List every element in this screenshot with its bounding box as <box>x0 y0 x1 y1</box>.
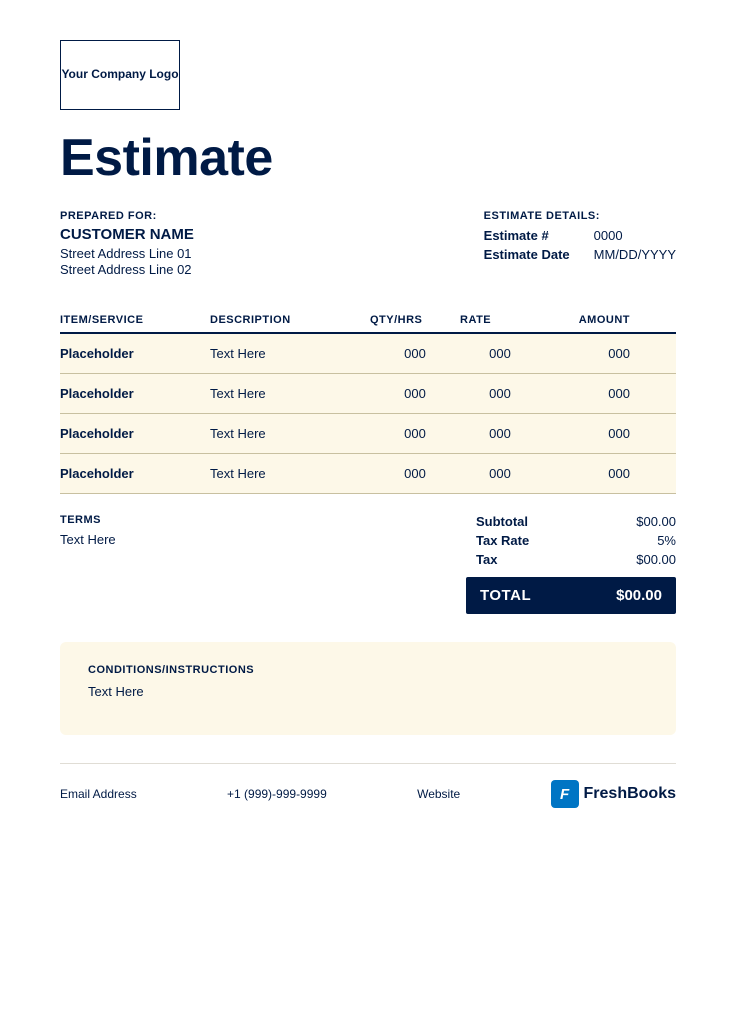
cell-qty-2: 000 <box>370 426 460 441</box>
table-row: Placeholder Text Here 000 000 000 <box>60 374 676 414</box>
estimate-details-section: ESTIMATE DETAILS: Estimate # 0000 Estima… <box>484 210 676 278</box>
conditions-section: CONDITIONS/INSTRUCTIONS Text Here <box>60 642 676 735</box>
table-row: Placeholder Text Here 000 000 000 <box>60 334 676 374</box>
freshbooks-brand: F FreshBooks <box>551 780 676 808</box>
cell-rate-2: 000 <box>460 426 540 441</box>
cell-rate-0: 000 <box>460 346 540 361</box>
customer-name: CUSTOMER NAME <box>60 226 194 243</box>
terms-section: TERMS Text Here <box>60 514 466 614</box>
table-row: Placeholder Text Here 000 000 000 <box>60 414 676 454</box>
bottom-section: TERMS Text Here Subtotal $00.00 Tax Rate… <box>60 514 676 614</box>
table-header: ITEM/SERVICE DESCRIPTION QTY/HRS RATE AM… <box>60 314 676 334</box>
prepared-for-label: PREPARED FOR: <box>60 210 194 222</box>
tax-rate-label: Tax Rate <box>476 533 529 548</box>
subtotal-label: Subtotal <box>476 514 528 529</box>
page: Your Company Logo Estimate PREPARED FOR:… <box>0 0 736 1034</box>
conditions-text: Text Here <box>88 684 648 699</box>
address-line-1: Street Address Line 01 <box>60 246 194 261</box>
terms-label: TERMS <box>60 514 466 526</box>
cell-rate-1: 000 <box>460 386 540 401</box>
cell-amount-2: 000 <box>540 426 630 441</box>
col-rate: RATE <box>460 314 540 326</box>
total-label: TOTAL <box>480 587 531 604</box>
freshbooks-text: FreshBooks <box>584 785 676 803</box>
footer: Email Address +1 (999)-999-9999 Website … <box>60 763 676 826</box>
prepared-for-section: PREPARED FOR: CUSTOMER NAME Street Addre… <box>60 210 194 278</box>
tax-rate-value: 5% <box>657 533 676 548</box>
conditions-label: CONDITIONS/INSTRUCTIONS <box>88 664 648 676</box>
estimate-details-label: ESTIMATE DETAILS: <box>484 210 676 222</box>
cell-desc-3: Text Here <box>210 466 370 481</box>
tax-label: Tax <box>476 552 497 567</box>
total-row: TOTAL $00.00 <box>466 577 676 614</box>
freshbooks-icon: F <box>551 780 579 808</box>
cell-desc-2: Text Here <box>210 426 370 441</box>
summary-section: Subtotal $00.00 Tax Rate 5% Tax $00.00 T… <box>466 514 676 614</box>
col-qty: QTY/HRS <box>370 314 460 326</box>
cell-qty-3: 000 <box>370 466 460 481</box>
cell-item-3: Placeholder <box>60 466 210 481</box>
subtotal-value: $00.00 <box>636 514 676 529</box>
estimate-date-value: MM/DD/YYYY <box>594 247 676 262</box>
cell-qty-1: 000 <box>370 386 460 401</box>
estimate-date-row: Estimate Date MM/DD/YYYY <box>484 247 676 262</box>
items-table: ITEM/SERVICE DESCRIPTION QTY/HRS RATE AM… <box>60 314 676 494</box>
col-amount: AMOUNT <box>540 314 630 326</box>
company-logo: Your Company Logo <box>60 40 180 110</box>
cell-item-0: Placeholder <box>60 346 210 361</box>
col-description: DESCRIPTION <box>210 314 370 326</box>
cell-item-1: Placeholder <box>60 386 210 401</box>
estimate-number-row: Estimate # 0000 <box>484 228 676 243</box>
cell-amount-3: 000 <box>540 466 630 481</box>
estimate-number-value: 0000 <box>594 228 623 243</box>
cell-desc-1: Text Here <box>210 386 370 401</box>
estimate-number-key: Estimate # <box>484 228 594 243</box>
tax-value: $00.00 <box>636 552 676 567</box>
footer-email: Email Address <box>60 787 137 801</box>
footer-phone: +1 (999)-999-9999 <box>227 787 327 801</box>
subtotal-row: Subtotal $00.00 <box>476 514 676 529</box>
cell-item-2: Placeholder <box>60 426 210 441</box>
cell-desc-0: Text Here <box>210 346 370 361</box>
header-info: PREPARED FOR: CUSTOMER NAME Street Addre… <box>60 210 676 278</box>
cell-qty-0: 000 <box>370 346 460 361</box>
cell-rate-3: 000 <box>460 466 540 481</box>
address-line-2: Street Address Line 02 <box>60 262 194 277</box>
tax-rate-row: Tax Rate 5% <box>476 533 676 548</box>
total-value: $00.00 <box>616 587 662 604</box>
footer-website: Website <box>417 787 460 801</box>
table-body: Placeholder Text Here 000 000 000 Placeh… <box>60 334 676 494</box>
terms-text: Text Here <box>60 532 466 547</box>
estimate-date-key: Estimate Date <box>484 247 594 262</box>
cell-amount-0: 000 <box>540 346 630 361</box>
col-item-service: ITEM/SERVICE <box>60 314 210 326</box>
page-title: Estimate <box>60 128 676 188</box>
cell-amount-1: 000 <box>540 386 630 401</box>
tax-row: Tax $00.00 <box>476 552 676 567</box>
table-row: Placeholder Text Here 000 000 000 <box>60 454 676 494</box>
